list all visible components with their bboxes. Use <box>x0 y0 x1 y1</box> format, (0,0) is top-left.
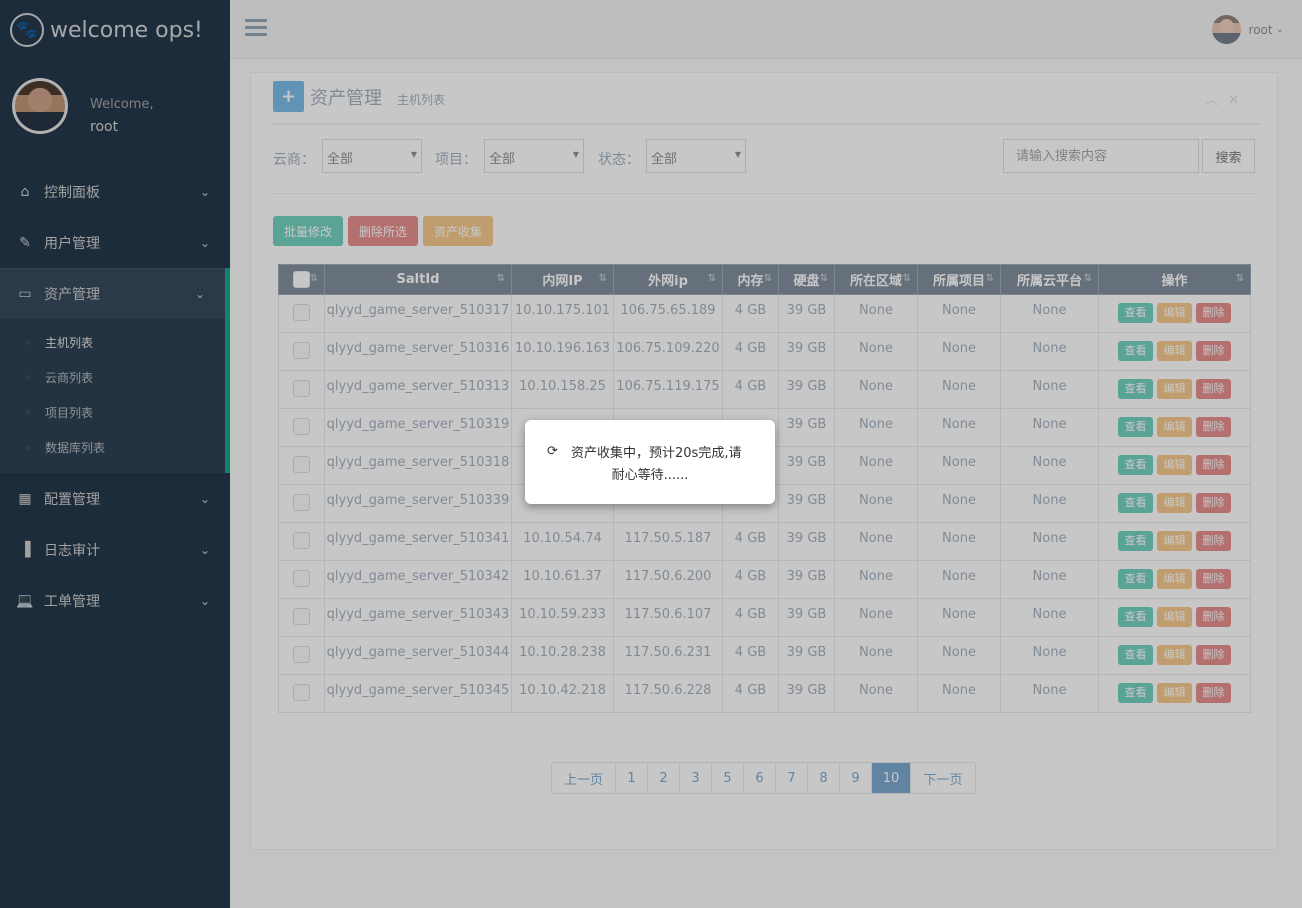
loading-message: 资产收集中，预计20s完成,请 <box>571 446 742 461</box>
loading-dialog: ⟳ 资产收集中，预计20s完成,请 耐心等待...... <box>525 420 775 504</box>
refresh-icon: ⟳ <box>547 444 558 459</box>
loading-message-cont: 耐心等待...... <box>611 468 689 483</box>
